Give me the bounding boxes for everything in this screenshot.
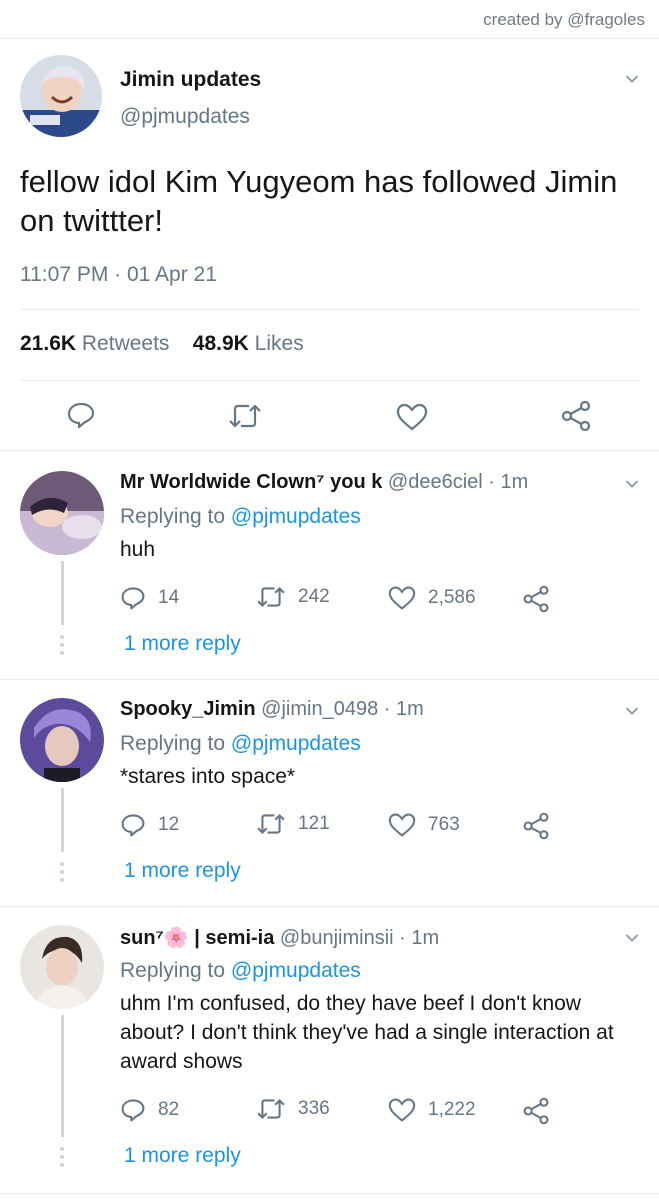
- like-count: 1,222: [428, 1099, 476, 1120]
- author-handle[interactable]: @bunjiminsii · 1m: [280, 927, 439, 949]
- thread-line: [61, 561, 64, 625]
- reply-action[interactable]: 82: [120, 1097, 179, 1123]
- thread-dots: [60, 1147, 65, 1171]
- reply-tweet[interactable]: sun⁷🌸 | semi-ia @bunjiminsii · 1m Replyi…: [0, 907, 659, 1193]
- thread-dots: [60, 635, 65, 659]
- retweet-count: 121: [298, 813, 330, 834]
- share-action[interactable]: [522, 585, 562, 613]
- retweet-action[interactable]: 242: [256, 585, 330, 609]
- author-name[interactable]: Spooky_Jimin: [120, 698, 256, 720]
- retweet-count[interactable]: 21.6K: [20, 332, 76, 355]
- share-icon[interactable]: [522, 1097, 550, 1125]
- avatar[interactable]: [20, 698, 104, 782]
- replying-to: Replying to @pjmupdates: [120, 959, 361, 983]
- like-action[interactable]: 1,222: [388, 1097, 476, 1123]
- like-count: 2,586: [428, 587, 476, 608]
- share-action[interactable]: [522, 812, 562, 840]
- replying-prefix: Replying to: [120, 732, 231, 755]
- tweet-text: fellow idol Kim Yugyeom has followed Jim…: [20, 164, 618, 238]
- author-name[interactable]: Jimin updates: [120, 68, 261, 92]
- divider: [0, 1193, 659, 1194]
- comment-bubble-icon[interactable]: [66, 400, 96, 430]
- reply-actions: 12 121 763: [120, 812, 562, 840]
- reply-header: Spooky_Jimin @jimin_0498 · 1m: [120, 698, 424, 721]
- author-name[interactable]: Mr Worldwide Clown⁷ you k: [120, 471, 382, 493]
- retweet-action[interactable]: 121: [256, 812, 330, 836]
- reply-text: huh: [120, 538, 156, 561]
- retweet-label[interactable]: Retweets: [82, 332, 170, 355]
- reply-count: 14: [158, 587, 180, 608]
- author-name[interactable]: sun⁷🌸 | semi-ia: [120, 927, 274, 949]
- chevron-down-icon[interactable]: [626, 73, 638, 85]
- chevron-down-icon[interactable]: [626, 932, 638, 944]
- retweet-count: 336: [298, 1098, 330, 1119]
- comment-bubble-icon[interactable]: [120, 812, 146, 838]
- heart-icon[interactable]: [396, 402, 428, 432]
- replying-to: Replying to @pjmupdates: [120, 505, 361, 529]
- reply-tweet[interactable]: Mr Worldwide Clown⁷ you k @dee6ciel · 1m…: [0, 451, 659, 679]
- reply-text: uhm I'm confused, do they have beef I do…: [120, 992, 614, 1073]
- chevron-down-icon[interactable]: [626, 705, 638, 717]
- more-replies-link[interactable]: 1 more reply: [124, 632, 241, 656]
- share-icon[interactable]: [560, 400, 592, 432]
- reply-header: Mr Worldwide Clown⁷ you k @dee6ciel · 1m: [120, 471, 528, 494]
- reply-count: 82: [158, 1099, 180, 1120]
- tweet-stats: 21.6K Retweets 48.9K Likes: [20, 332, 304, 356]
- retweet-icon[interactable]: [256, 812, 286, 836]
- reply-tweet[interactable]: Spooky_Jimin @jimin_0498 · 1m Replying t…: [0, 680, 659, 906]
- retweet-action[interactable]: 336: [256, 1097, 330, 1121]
- avatar[interactable]: [20, 55, 102, 137]
- comment-bubble-icon[interactable]: [120, 585, 146, 611]
- avatar[interactable]: [20, 471, 104, 555]
- reply-header: sun⁷🌸 | semi-ia @bunjiminsii · 1m: [120, 925, 439, 950]
- comment-bubble-icon[interactable]: [120, 1097, 146, 1123]
- chevron-down-icon[interactable]: [626, 478, 638, 490]
- replying-to-link[interactable]: @pjmupdates: [231, 959, 361, 982]
- share-icon[interactable]: [522, 812, 550, 840]
- like-action[interactable]: 2,586: [388, 585, 476, 611]
- retweet-icon[interactable]: [256, 585, 286, 609]
- heart-icon[interactable]: [388, 585, 416, 611]
- thread-line: [61, 1015, 64, 1137]
- author-handle[interactable]: @jimin_0498 · 1m: [261, 698, 424, 720]
- reply-count: 12: [158, 814, 180, 835]
- tweet-timestamp[interactable]: 11:07 PM · 01 Apr 21: [20, 263, 217, 287]
- more-replies-link[interactable]: 1 more reply: [124, 859, 241, 883]
- share-icon[interactable]: [522, 585, 550, 613]
- share-action[interactable]: [522, 1097, 562, 1125]
- replying-prefix: Replying to: [120, 959, 231, 982]
- credit-text: created by @fragoles: [483, 10, 645, 29]
- reply-text: *stares into space*: [120, 765, 296, 788]
- avatar[interactable]: [20, 925, 104, 1009]
- like-count: 763: [428, 814, 460, 835]
- replying-to-link[interactable]: @pjmupdates: [231, 732, 361, 755]
- thread-dots: [60, 862, 65, 886]
- like-label[interactable]: Likes: [255, 332, 304, 355]
- replying-to-link[interactable]: @pjmupdates: [231, 505, 361, 528]
- heart-icon[interactable]: [388, 812, 416, 838]
- thread-line: [61, 788, 64, 852]
- retweet-count: 242: [298, 586, 330, 607]
- divider: [20, 380, 639, 381]
- author-handle[interactable]: @pjmupdates: [120, 105, 250, 129]
- main-tweet: Jimin updates @pjmupdates fellow idol Ki…: [0, 38, 659, 450]
- author-handle[interactable]: @dee6ciel · 1m: [388, 471, 528, 493]
- reply-actions: 82 336 1,222: [120, 1097, 562, 1125]
- reply-actions: 14 242 2,586: [120, 585, 562, 613]
- reply-action[interactable]: 12: [120, 812, 179, 838]
- reply-action[interactable]: 14: [120, 585, 179, 611]
- replying-to: Replying to @pjmupdates: [120, 732, 361, 756]
- heart-icon[interactable]: [388, 1097, 416, 1123]
- replying-prefix: Replying to: [120, 505, 231, 528]
- divider: [20, 309, 639, 310]
- more-replies-link[interactable]: 1 more reply: [124, 1144, 241, 1168]
- like-count[interactable]: 48.9K: [193, 332, 249, 355]
- like-action[interactable]: 763: [388, 812, 460, 838]
- retweet-icon[interactable]: [228, 402, 262, 430]
- retweet-icon[interactable]: [256, 1097, 286, 1121]
